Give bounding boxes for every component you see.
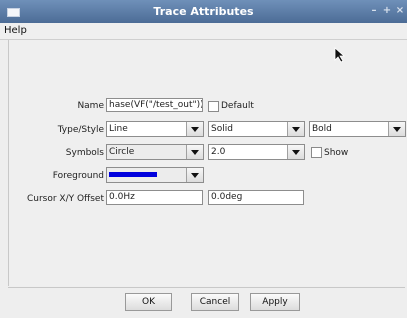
x-offset-field[interactable]: 0.0Hz — [106, 190, 203, 205]
weight-select-value: Bold — [312, 124, 332, 134]
default-checkbox[interactable] — [208, 101, 219, 112]
show-checkbox[interactable] — [311, 147, 322, 158]
foreground-color-swatch — [109, 172, 157, 177]
menu-bar: Help — [0, 23, 407, 40]
style-select[interactable]: Solid — [208, 121, 305, 137]
chevron-down-icon[interactable] — [186, 145, 203, 159]
y-offset-field[interactable]: 0.0deg — [208, 190, 304, 205]
symbol-size-value: 2.0 — [211, 147, 226, 157]
window-title: Trace Attributes — [153, 5, 254, 18]
symbol-select[interactable]: Circle — [106, 144, 204, 160]
type-select[interactable]: Line — [106, 121, 204, 137]
apply-button[interactable]: Apply — [250, 293, 300, 311]
menu-help[interactable]: Help — [4, 25, 27, 36]
name-field[interactable]: hase(VF("/test_out")) — [106, 98, 203, 112]
chevron-down-icon[interactable] — [186, 122, 203, 136]
chevron-down-icon[interactable] — [388, 122, 405, 136]
foreground-label: Foreground — [52, 171, 104, 181]
ok-button[interactable]: OK — [125, 293, 172, 311]
chevron-down-icon[interactable] — [287, 145, 304, 159]
mouse-pointer-icon — [334, 47, 346, 63]
close-icon[interactable]: × — [394, 5, 406, 17]
show-label: Show — [324, 148, 349, 158]
chevron-down-icon[interactable] — [186, 168, 203, 182]
type-style-label: Type/Style — [57, 125, 104, 135]
name-label: Name — [77, 101, 104, 111]
type-select-value: Line — [109, 124, 128, 134]
minimize-icon[interactable]: – — [368, 5, 380, 17]
symbols-label: Symbols — [65, 148, 104, 158]
symbol-size-select[interactable]: 2.0 — [208, 144, 305, 160]
symbol-select-value: Circle — [109, 147, 135, 157]
default-label: Default — [221, 101, 254, 111]
chevron-down-icon[interactable] — [287, 122, 304, 136]
weight-select[interactable]: Bold — [309, 121, 406, 137]
cancel-button[interactable]: Cancel — [191, 293, 239, 311]
foreground-color-select[interactable] — [106, 167, 204, 183]
attributes-panel — [8, 40, 406, 286]
title-bar: Trace Attributes – + × — [0, 0, 407, 23]
cursor-offset-label: Cursor X/Y Offset — [26, 194, 104, 204]
button-divider — [8, 287, 405, 288]
maximize-icon[interactable]: + — [381, 5, 393, 17]
style-select-value: Solid — [211, 124, 233, 134]
